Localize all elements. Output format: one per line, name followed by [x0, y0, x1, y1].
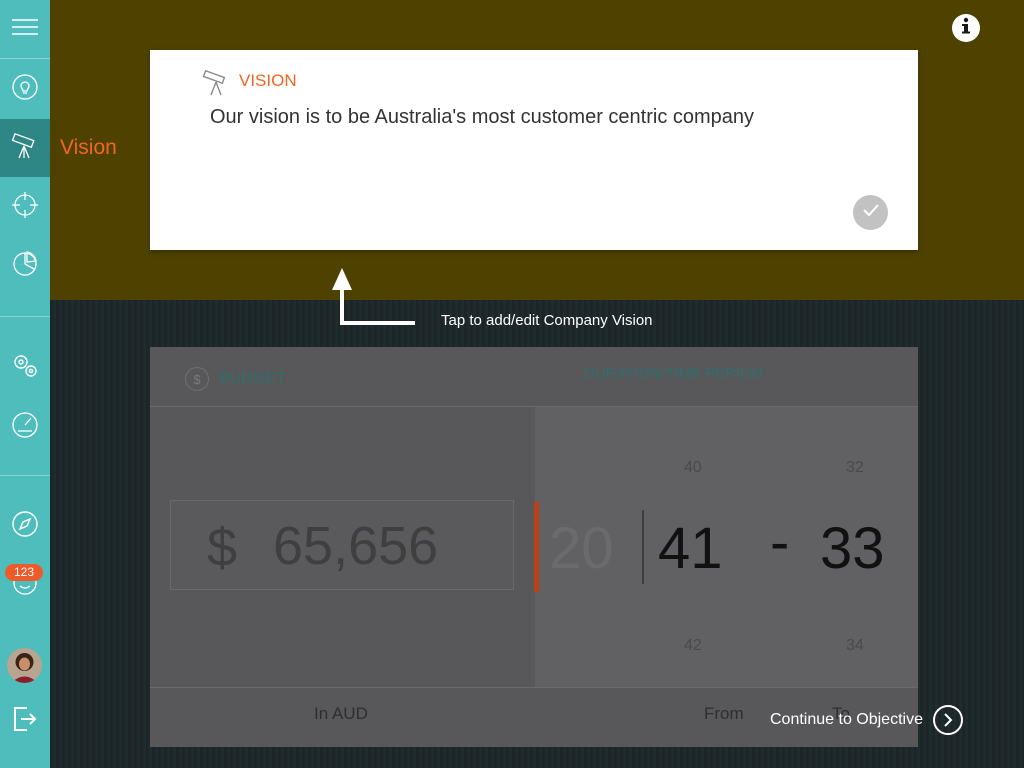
- budget-card: $ BUDGET DURATION/TIME PERIOD $ 65,656 2…: [150, 347, 918, 747]
- sidebar: 123: [0, 0, 50, 768]
- budget-title: BUDGET: [219, 370, 286, 387]
- pie-chart-icon: [10, 249, 40, 284]
- vision-title: VISION: [239, 71, 297, 90]
- sidebar-item-vision[interactable]: [0, 119, 50, 177]
- exit-icon: [11, 704, 39, 739]
- sidebar-item-analytics[interactable]: [0, 237, 50, 295]
- menu-button[interactable]: [0, 0, 50, 58]
- sidebar-divider: [0, 58, 50, 59]
- dollar-icon: $: [185, 367, 209, 391]
- to-below-value[interactable]: 34: [846, 637, 864, 655]
- vision-text[interactable]: Our vision is to be Australia's most cus…: [210, 106, 754, 129]
- duration-title: DURATION/TIME PERIOD: [584, 365, 763, 382]
- telescope-icon: [202, 69, 232, 101]
- currency-symbol: $: [207, 518, 238, 578]
- sidebar-item-objective[interactable]: [0, 178, 50, 236]
- from-value[interactable]: 41: [658, 515, 723, 582]
- avatar[interactable]: [7, 648, 42, 683]
- speedometer-icon: [10, 409, 40, 444]
- hint-text: Tap to add/edit Company Vision: [441, 312, 653, 329]
- continue-label[interactable]: Continue to Objective: [770, 711, 923, 729]
- sidebar-divider: [0, 475, 50, 476]
- range-separator: -: [770, 510, 790, 575]
- confirm-button[interactable]: [853, 195, 888, 230]
- lightbulb-icon: [11, 73, 39, 106]
- from-below-value[interactable]: 42: [684, 637, 702, 655]
- divider: [150, 687, 918, 688]
- telescope-icon: [10, 131, 40, 166]
- checkmark-icon: [862, 203, 880, 222]
- budget-amount: 65,656: [273, 516, 439, 576]
- to-above-value[interactable]: 32: [846, 459, 864, 477]
- picker-prefix: 20: [549, 516, 614, 581]
- to-value[interactable]: 33: [820, 515, 885, 582]
- gears-icon: [10, 350, 40, 385]
- amount-label: In AUD: [314, 704, 368, 723]
- sidebar-divider: [0, 316, 50, 317]
- target-icon: [10, 190, 40, 225]
- picker-indicator: [534, 502, 539, 592]
- vision-card[interactable]: VISION Our vision is to be Australia's m…: [150, 50, 918, 250]
- sidebar-item-performance[interactable]: [0, 397, 50, 455]
- menu-icon: [11, 17, 39, 42]
- info-button[interactable]: [952, 14, 980, 42]
- hint-arrow-icon: [326, 268, 421, 333]
- info-icon: [959, 17, 973, 40]
- from-label: From: [704, 704, 744, 723]
- logout-button[interactable]: [0, 692, 50, 750]
- budget-amount-field[interactable]: $ 65,656: [170, 500, 514, 590]
- section-label: Vision: [60, 136, 117, 159]
- continue-to-objective[interactable]: Continue to Objective: [770, 705, 963, 735]
- sidebar-item-explore[interactable]: [0, 497, 50, 555]
- sidebar-item-settings[interactable]: [0, 338, 50, 396]
- chevron-right-icon[interactable]: [932, 705, 963, 735]
- notification-badge: 123: [5, 564, 43, 581]
- compass-icon: [10, 509, 40, 544]
- sidebar-item-ideas[interactable]: [0, 60, 50, 118]
- from-above-value[interactable]: 40: [684, 459, 702, 477]
- picker-divider: [642, 510, 644, 584]
